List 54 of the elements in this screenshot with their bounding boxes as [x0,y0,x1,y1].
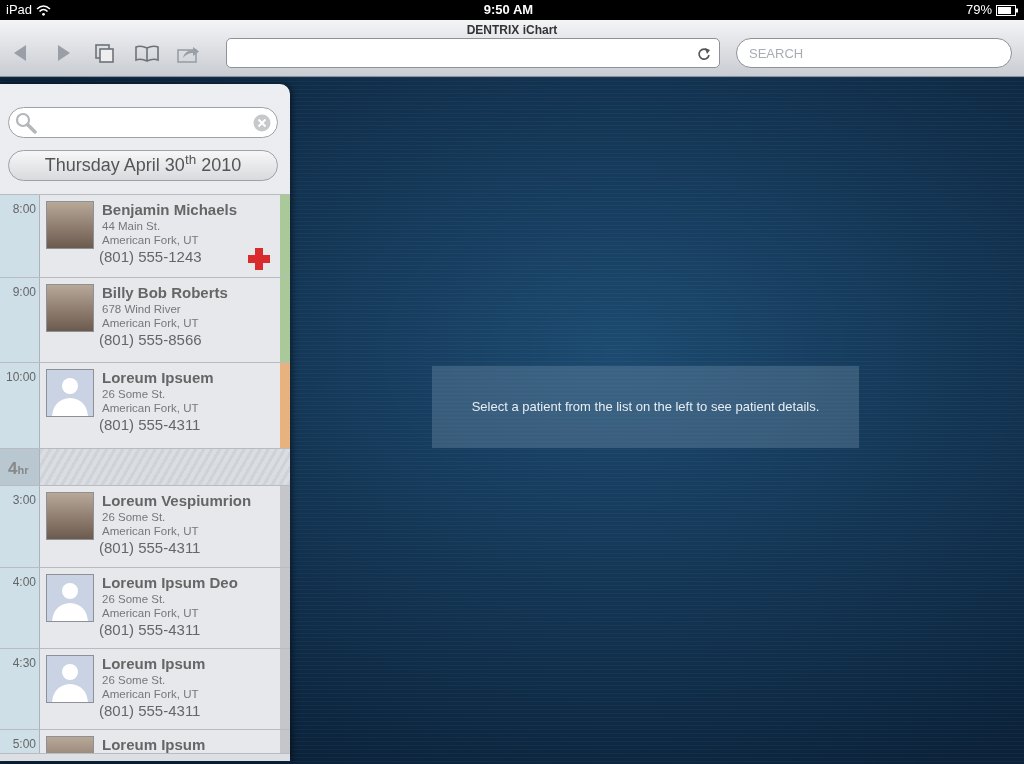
browser-title: DENTRIX iChart [466,23,558,37]
appointment-time: 3:00 [0,486,40,567]
status-time: 9:50 AM [483,1,534,20]
appointment-time: 9:00 [0,278,40,362]
patient-search-field[interactable] [8,107,278,138]
patient-city: American Fork, UT [102,401,200,415]
appointment-time: 5:00 [0,730,40,753]
patient-city: American Fork, UT [102,233,200,247]
patient-phone: (801) 555-1243 [99,247,203,267]
patient-phone: (801) 555-4311 [99,701,202,721]
appointment-time: 8:00 [0,195,40,277]
patient-street: 26 Some St. [102,592,167,606]
book-button[interactable] [134,42,160,64]
patient-name: Loreum Ipsuem [102,369,214,387]
patient-city: American Fork, UT [102,524,200,538]
appointment-time: 4:30 [0,649,40,729]
search-field[interactable]: SEARCH [736,38,1012,68]
patient-city: American Fork, UT [102,606,200,620]
patient-street: 26 Some St. [102,510,167,524]
date-button[interactable]: Thursday April 30$^{th}$ 2010 [8,150,278,181]
battery-percent: 79% [965,1,992,20]
appointment-time: 10:00 [0,363,40,448]
battery-icon [996,4,1018,16]
patient-name: Loreum Ipsum Deo [102,574,238,592]
wifi-icon [36,4,52,16]
patient-name: Loreum Vespiumrion [102,492,252,510]
clear-icon[interactable] [253,113,271,132]
patient-name: Benjamin Michaels [102,201,238,219]
patient-name: Loreum Ipsum [102,736,206,753]
medical-cross-icon [248,248,270,270]
appointment-row[interactable]: Loreum Ipsum 26 Some St. American Fork, UT (801) 555-4311 [40,649,280,729]
empty-state-message: Select a patient from the list on the left to see patient details. [471,398,820,417]
patient-city: American Fork, UT [102,687,200,701]
patient-phone: (801) 555-4311 [99,538,202,558]
appointment-time: 4:00 [0,568,40,648]
patient-street: 26 Some St. [102,673,167,687]
gap-duration: 4hr [0,449,40,485]
device-name: iPad [6,1,33,20]
appointment-row[interactable]: Loreum Ipsum [40,730,280,753]
patient-street: 678 Wind River [102,302,182,316]
appointment-row[interactable]: Loreum Ipsum Deo 26 Some St. American Fork, UT (801) 555-4311 [40,568,280,648]
patient-phone: (801) 555-8566 [99,330,203,350]
address-field[interactable] [226,38,720,68]
reload-icon[interactable] [697,45,711,61]
patient-phone: (801) 555-4311 [99,415,202,435]
book-icon [134,42,160,64]
patient-city: American Fork, UT [102,316,200,330]
search-icon [15,111,37,134]
patient-name: Loreum Ipsum [102,655,206,673]
patient-street: 44 Main St. [102,219,162,233]
patient-phone: (801) 555-4311 [99,620,202,640]
appointment-row[interactable]: Loreum Vespiumrion 26 Some St. American Fork, UT (801) 555-4311 [40,486,280,567]
patient-street: 26 Some St. [102,387,167,401]
patient-name: Billy Bob Roberts [102,284,228,302]
